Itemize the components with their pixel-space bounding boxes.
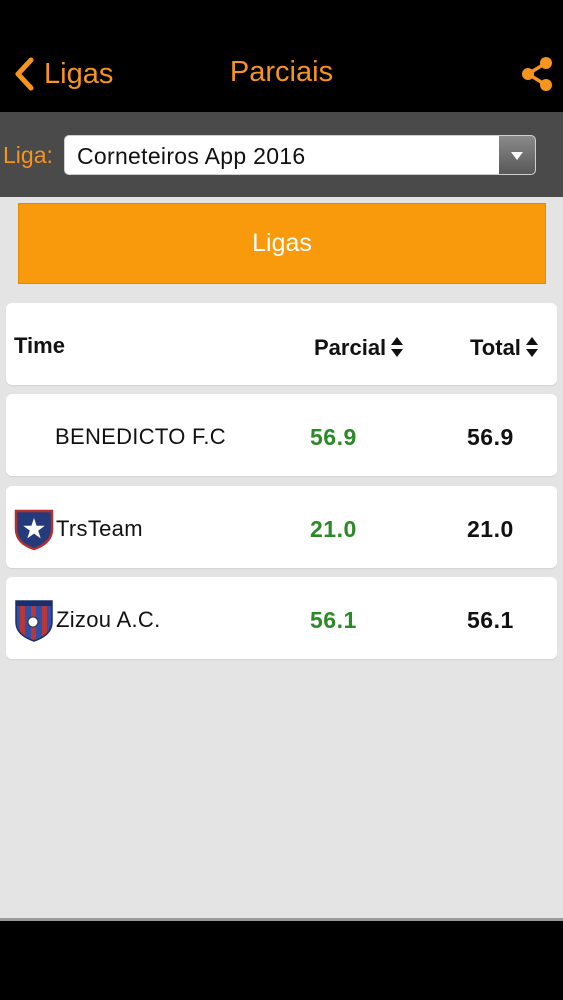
column-header-parcial-label: Parcial xyxy=(314,335,387,360)
bottom-bar xyxy=(0,921,563,1000)
team-name: Zizou A.C. xyxy=(56,607,161,632)
sort-icon xyxy=(525,336,539,361)
team-parcial-score: 21.0 xyxy=(310,516,357,542)
back-button[interactable]: Ligas xyxy=(12,54,113,94)
table-row[interactable]: BENEDICTO F.C 56.9 56.9 xyxy=(6,394,557,476)
column-header-time: Time xyxy=(14,333,65,358)
status-bar xyxy=(0,0,563,40)
team-name: BENEDICTO F.C xyxy=(55,424,226,449)
star-shield-icon xyxy=(14,509,54,551)
table-header: Time Parcial Total xyxy=(6,303,557,385)
table-row[interactable]: Zizou A.C. 56.1 56.1 xyxy=(6,577,557,659)
triangle-down-icon xyxy=(499,136,535,174)
team-total-score: 56.1 xyxy=(467,607,514,633)
team-total-score: 21.0 xyxy=(467,516,514,542)
ligas-button[interactable]: Ligas xyxy=(18,203,546,284)
navigation-bar: Ligas Parciais xyxy=(0,40,563,112)
chevron-left-icon xyxy=(15,57,34,91)
team-name: TrsTeam xyxy=(56,516,143,541)
league-select-value: Corneteiros App 2016 xyxy=(77,143,306,169)
column-header-total-label: Total xyxy=(470,335,521,360)
team-parcial-score: 56.9 xyxy=(310,424,357,450)
team-parcial-score: 56.1 xyxy=(310,607,357,633)
column-header-parcial[interactable]: Parcial xyxy=(314,335,404,361)
team-total-score: 56.9 xyxy=(467,424,514,450)
league-label: Liga: xyxy=(3,142,53,168)
sort-icon xyxy=(390,336,404,361)
back-button-label: Ligas xyxy=(44,57,114,90)
column-header-total[interactable]: Total xyxy=(470,335,539,361)
striped-shield-icon xyxy=(15,600,53,642)
table-row[interactable]: TrsTeam 21.0 21.0 xyxy=(6,486,557,568)
league-select[interactable]: Corneteiros App 2016 xyxy=(64,135,536,175)
share-icon[interactable] xyxy=(517,54,557,94)
